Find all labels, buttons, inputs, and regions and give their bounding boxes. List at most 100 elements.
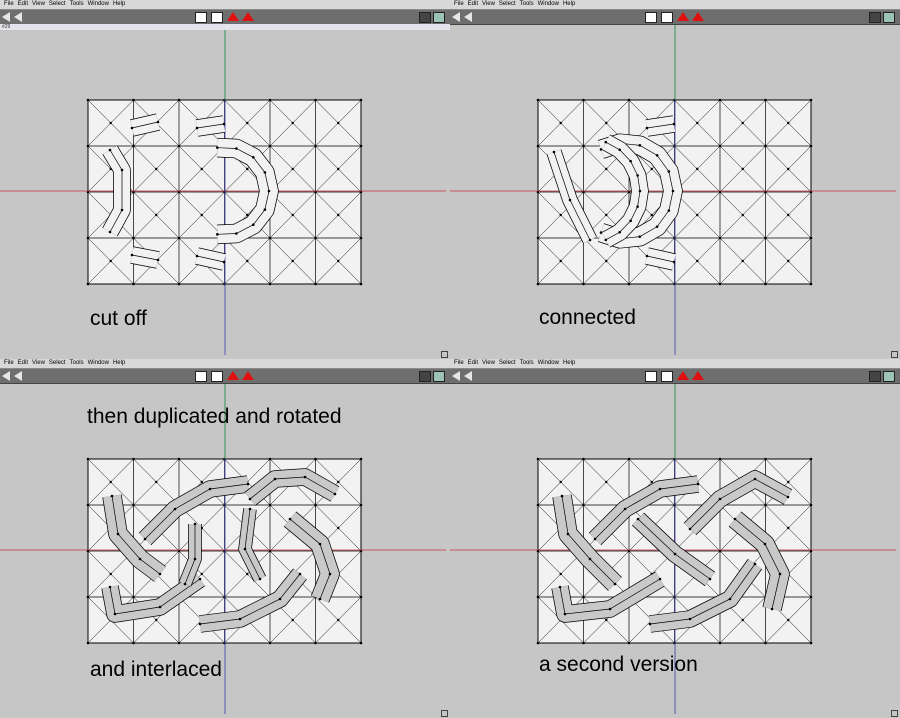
red-object-icon[interactable] xyxy=(677,371,689,380)
nav-left-icon[interactable] xyxy=(464,12,472,22)
camera-icon[interactable] xyxy=(883,371,895,382)
ribbon-vertex xyxy=(638,144,642,147)
vertex-point xyxy=(291,259,294,263)
vertex-point xyxy=(337,526,340,530)
menu-tools[interactable]: Tools xyxy=(520,1,534,7)
menu-view[interactable]: View xyxy=(32,1,45,7)
camera-icon[interactable] xyxy=(433,371,445,382)
menu-edit[interactable]: Edit xyxy=(18,1,28,7)
ribbon-vertex xyxy=(645,254,649,258)
perspective-icon[interactable] xyxy=(869,371,881,382)
menu-help[interactable]: Help xyxy=(113,360,125,366)
ribbon-vertex xyxy=(629,219,632,223)
menu-window[interactable]: Window xyxy=(88,1,109,7)
resize-handle[interactable] xyxy=(891,351,898,358)
vertex-point xyxy=(200,480,203,484)
caption-duplicated-rotated: then duplicated and rotated xyxy=(87,405,342,428)
viewport-top-left[interactable]: File Edit View Select Tools Window Help #29 cu… xyxy=(0,0,450,359)
red-object-icon[interactable] xyxy=(692,371,704,380)
nav-up-icon[interactable] xyxy=(452,371,460,381)
shade-mode-icon[interactable] xyxy=(195,12,207,23)
vertex-point xyxy=(177,282,181,286)
vertex-point xyxy=(582,144,585,148)
nav-left-icon[interactable] xyxy=(14,371,22,381)
viewport-canvas[interactable] xyxy=(0,0,450,359)
camera-icon[interactable] xyxy=(433,12,445,23)
menu-tools[interactable]: Tools xyxy=(70,360,84,366)
menu-edit[interactable]: Edit xyxy=(468,360,478,366)
vertex-point xyxy=(582,98,585,102)
red-object-icon[interactable] xyxy=(242,371,254,380)
menu-file[interactable]: File xyxy=(4,360,14,366)
toolbar xyxy=(450,9,900,25)
red-object-icon[interactable] xyxy=(227,12,239,21)
menu-window[interactable]: Window xyxy=(538,1,559,7)
viewport-bottom-left[interactable]: File Edit View Select Tools Window Help then d… xyxy=(0,359,450,718)
shade-mode-icon[interactable] xyxy=(195,371,207,382)
vertex-point xyxy=(605,213,608,217)
perspective-icon[interactable] xyxy=(419,12,431,23)
vertex-point xyxy=(223,641,226,645)
shade-mode-icon[interactable] xyxy=(645,371,657,382)
menu-select[interactable]: Select xyxy=(499,1,516,7)
perspective-icon[interactable] xyxy=(869,12,881,23)
wire-mode-icon[interactable] xyxy=(661,371,673,382)
vertex-point xyxy=(155,167,158,171)
vertex-point xyxy=(718,282,722,286)
resize-handle[interactable] xyxy=(441,351,448,358)
menu-help[interactable]: Help xyxy=(113,1,125,7)
menu-edit[interactable]: Edit xyxy=(468,1,478,7)
ribbon-vertex xyxy=(753,477,757,481)
resize-handle[interactable] xyxy=(891,710,898,717)
shade-mode-icon[interactable] xyxy=(645,12,657,23)
ribbon-vertex xyxy=(258,577,262,581)
ribbon-vertex xyxy=(303,475,307,479)
perspective-icon[interactable] xyxy=(419,371,431,382)
menu-help[interactable]: Help xyxy=(563,360,575,366)
nav-up-icon[interactable] xyxy=(2,371,10,381)
vertex-point xyxy=(605,618,608,622)
red-object-icon[interactable] xyxy=(677,12,689,21)
red-object-icon[interactable] xyxy=(242,12,254,21)
vertex-point xyxy=(673,457,676,461)
vertex-point xyxy=(627,457,631,461)
wire-mode-icon[interactable] xyxy=(211,12,223,23)
menu-file[interactable]: File xyxy=(454,360,464,366)
menu-bar: File Edit View Select Tools Window Help xyxy=(0,359,450,368)
menu-view[interactable]: View xyxy=(482,360,495,366)
wire-mode-icon[interactable] xyxy=(211,371,223,382)
resize-handle[interactable] xyxy=(441,710,448,717)
menu-tools[interactable]: Tools xyxy=(70,1,84,7)
nav-up-icon[interactable] xyxy=(2,12,10,22)
ribbon-vertex xyxy=(193,557,197,561)
camera-icon[interactable] xyxy=(883,12,895,23)
menu-help[interactable]: Help xyxy=(563,1,575,7)
menu-tools[interactable]: Tools xyxy=(520,360,534,366)
viewport-top-right[interactable]: File Edit View Select Tools Window Help connec… xyxy=(450,0,900,359)
nav-up-icon[interactable] xyxy=(452,12,460,22)
red-object-icon[interactable] xyxy=(227,371,239,380)
ribbon-vertex xyxy=(318,542,322,546)
menu-file[interactable]: File xyxy=(4,1,14,7)
menu-bar: File Edit View Select Tools Window Help xyxy=(0,0,450,9)
menu-edit[interactable]: Edit xyxy=(18,360,28,366)
vertex-point xyxy=(673,236,676,240)
menu-select[interactable]: Select xyxy=(49,360,66,366)
ribbon-vertex xyxy=(648,622,652,626)
viewport-canvas[interactable] xyxy=(450,0,900,359)
menu-window[interactable]: Window xyxy=(88,360,109,366)
menu-file[interactable]: File xyxy=(454,1,464,7)
vertex-point xyxy=(673,503,676,507)
menu-window[interactable]: Window xyxy=(538,360,559,366)
menu-view[interactable]: View xyxy=(482,1,495,7)
menu-view[interactable]: View xyxy=(32,360,45,366)
wire-mode-icon[interactable] xyxy=(661,12,673,23)
nav-left-icon[interactable] xyxy=(464,371,472,381)
menu-select[interactable]: Select xyxy=(49,1,66,7)
viewport-bottom-right[interactable]: File Edit View Select Tools Window Help a seco… xyxy=(450,359,900,718)
vertex-point xyxy=(155,618,158,622)
nav-left-icon[interactable] xyxy=(14,12,22,22)
red-object-icon[interactable] xyxy=(692,12,704,21)
vertex-point xyxy=(177,144,181,148)
menu-select[interactable]: Select xyxy=(499,360,516,366)
